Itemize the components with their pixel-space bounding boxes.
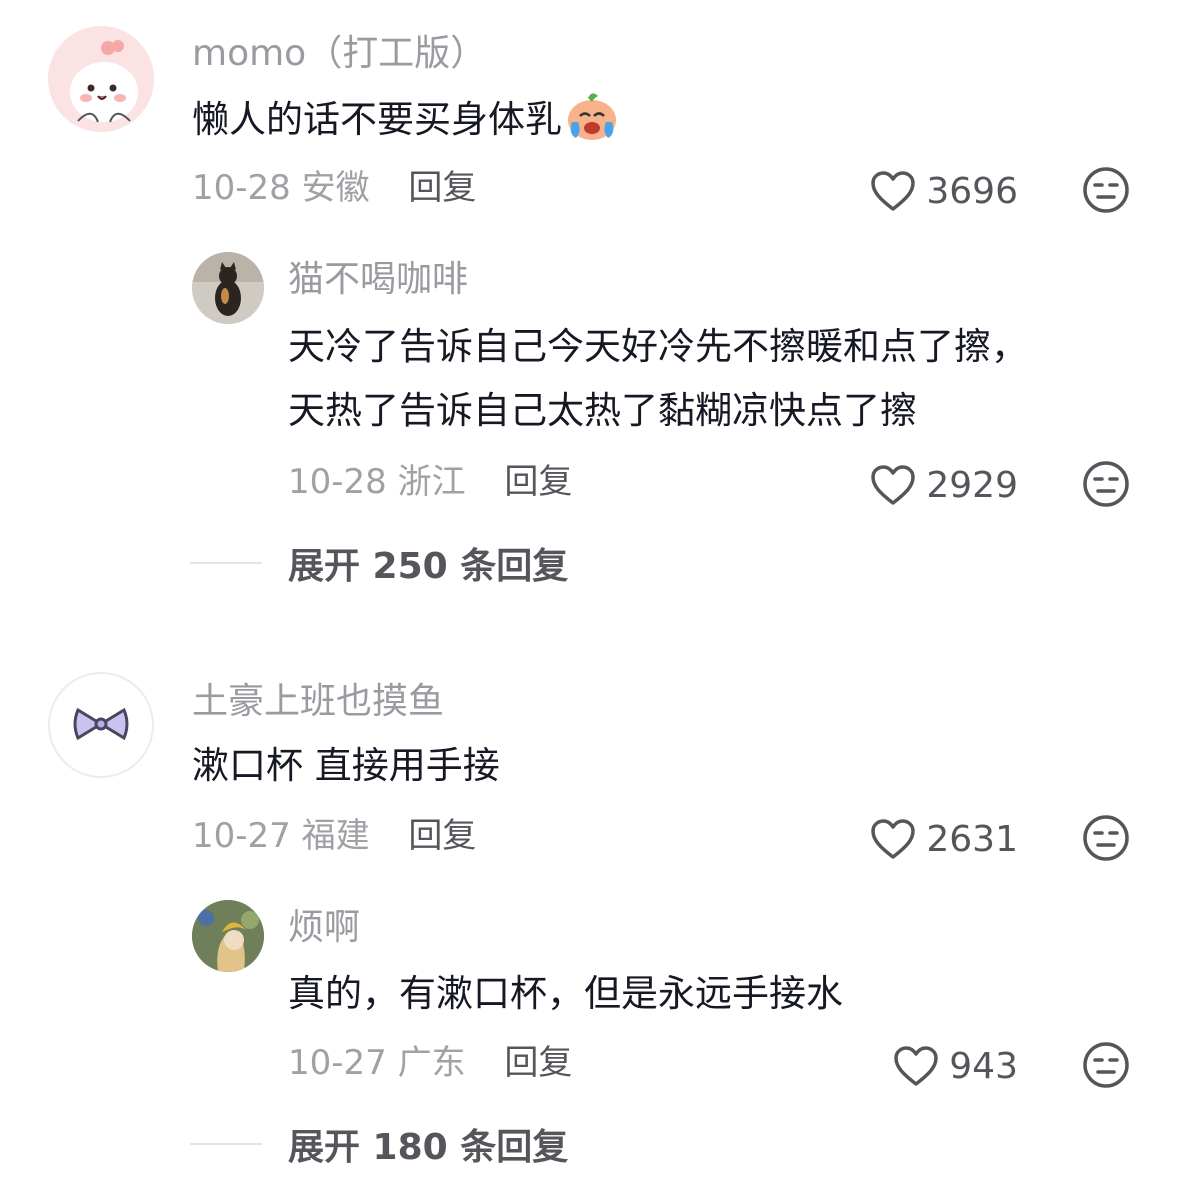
like-button[interactable]: 3696 — [870, 166, 1018, 216]
reply-meta: 10-27 广东 回复 — [288, 1041, 572, 1085]
comment-text: 懒人的话不要买身体乳 — [192, 88, 620, 164]
expand-replies-button[interactable]: 展开 180 条回复 — [190, 1122, 568, 1168]
comment-location: 安徽 — [301, 168, 370, 208]
avatar[interactable] — [48, 26, 154, 132]
like-button[interactable]: 2929 — [870, 460, 1018, 510]
expand-replies-label: 展开 180 条回复 — [288, 1127, 569, 1168]
comment-item: momo（打工版） 懒人的话不要买身体乳 10-28 安徽 回复 3696 猫不… — [0, 0, 1178, 600]
comment-location: 福建 — [301, 816, 370, 856]
reply-text-line: 天热了告诉自己太热了黏糊凉快点了擦 — [288, 389, 917, 432]
comment-item: 土豪上班也摸鱼 漱口杯 直接用手接 10-27 福建 回复 2631 烦啊 真的… — [0, 648, 1178, 1191]
crying-face-emoji-icon — [564, 88, 620, 164]
like-count: 2631 — [926, 818, 1018, 860]
reply-button[interactable]: 回复 — [504, 1043, 572, 1083]
divider — [190, 562, 262, 564]
comment-text-body: 懒人的话不要买身体乳 — [192, 98, 562, 141]
comment-username[interactable]: momo（打工版） — [192, 32, 486, 76]
reply-text-line: 真的，有漱口杯，但是永远手接水 — [288, 972, 843, 1015]
comment-date: 10-27 — [192, 816, 291, 856]
reply-username[interactable]: 猫不喝咖啡 — [288, 258, 468, 302]
avatar-bow-icon — [73, 707, 129, 741]
reply-location: 广东 — [397, 1043, 466, 1083]
dislike-button[interactable] — [1082, 460, 1130, 508]
reply-meta: 10-28 浙江 回复 — [288, 460, 572, 504]
avatar-painted-cat-icon — [192, 900, 264, 972]
reply-text-line: 天冷了告诉自己今天好冷先不擦暖和点了擦， — [288, 325, 1028, 368]
comment-text: 漱口杯 直接用手接 — [192, 744, 500, 787]
reply-button[interactable]: 回复 — [408, 816, 476, 856]
like-button[interactable]: 943 — [893, 1041, 1018, 1091]
comment-date: 10-28 — [192, 168, 291, 208]
avatar[interactable] — [48, 672, 154, 778]
reply-location: 浙江 — [397, 462, 466, 502]
avatar-pink-character-icon — [48, 26, 154, 132]
heart-icon — [871, 465, 916, 505]
dislike-button[interactable] — [1082, 814, 1130, 862]
reply-date: 10-28 — [288, 462, 387, 502]
like-count: 3696 — [926, 170, 1018, 212]
reply-date: 10-27 — [288, 1043, 387, 1083]
unamused-face-icon — [1083, 815, 1129, 861]
heart-icon — [871, 819, 916, 859]
comment-meta: 10-27 福建 回复 — [192, 814, 476, 858]
dislike-button[interactable] — [1082, 166, 1130, 214]
expand-replies-button[interactable]: 展开 250 条回复 — [190, 541, 568, 587]
reply-button[interactable]: 回复 — [408, 168, 476, 208]
reply-username[interactable]: 烦啊 — [288, 906, 360, 950]
like-button[interactable]: 2631 — [870, 814, 1018, 864]
heart-icon — [894, 1046, 939, 1086]
heart-icon — [871, 171, 916, 211]
comment-meta: 10-28 安徽 回复 — [192, 166, 476, 210]
reply-avatar[interactable] — [192, 900, 264, 972]
like-count: 2929 — [926, 464, 1018, 506]
reply-avatar[interactable] — [192, 252, 264, 324]
reply-button[interactable]: 回复 — [504, 462, 572, 502]
divider — [190, 1143, 262, 1145]
dislike-button[interactable] — [1082, 1041, 1130, 1089]
avatar-cat-photo-icon — [192, 252, 264, 324]
comment-username[interactable]: 土豪上班也摸鱼 — [192, 680, 444, 724]
expand-replies-label: 展开 250 条回复 — [288, 546, 569, 587]
like-count: 943 — [949, 1045, 1018, 1087]
unamused-face-icon — [1083, 167, 1129, 213]
unamused-face-icon — [1083, 461, 1129, 507]
unamused-face-icon — [1083, 1042, 1129, 1088]
